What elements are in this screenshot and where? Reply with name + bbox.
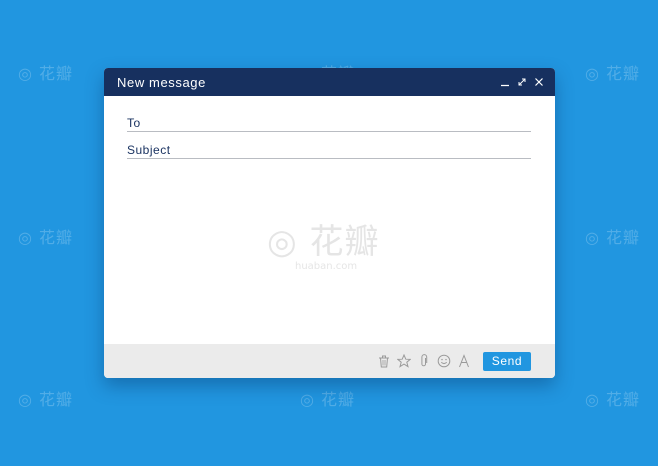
to-label: To	[127, 116, 141, 130]
watermark: ◎ 花瓣	[18, 64, 74, 83]
watermark: ◎ 花瓣	[585, 228, 641, 247]
watermark-center: ◎ 花瓣 huaban.com	[267, 222, 380, 272]
watermark: ◎ 花瓣	[585, 64, 641, 83]
send-button[interactable]: Send	[483, 351, 531, 371]
emoji-icon[interactable]	[437, 353, 451, 369]
compose-toolbar: Send	[104, 344, 555, 378]
subject-label: Subject	[127, 143, 171, 157]
star-icon[interactable]	[397, 353, 411, 369]
subject-input[interactable]	[170, 140, 531, 158]
watermark: ◎ 花瓣	[300, 390, 356, 409]
font-icon[interactable]	[457, 353, 471, 369]
minimize-icon[interactable]	[499, 76, 511, 88]
message-body[interactable]: ◎ 花瓣 huaban.com	[127, 164, 531, 338]
trash-icon[interactable]	[377, 353, 391, 369]
window-title: New message	[117, 74, 206, 90]
to-input[interactable]	[140, 113, 531, 131]
watermark: ◎ 花瓣	[18, 228, 74, 247]
subject-field-row: Subject	[127, 140, 531, 159]
close-icon[interactable]	[533, 76, 545, 88]
compose-window: New message To Subject ◎ 花瓣 huaban.com S…	[104, 68, 555, 378]
watermark: ◎ 花瓣	[18, 390, 74, 409]
expand-icon[interactable]	[516, 76, 528, 88]
to-field-row: To	[127, 113, 531, 132]
window-controls	[499, 76, 545, 88]
watermark: ◎ 花瓣	[585, 390, 641, 409]
window-titlebar: New message	[104, 68, 555, 96]
attachment-icon[interactable]	[417, 353, 431, 369]
